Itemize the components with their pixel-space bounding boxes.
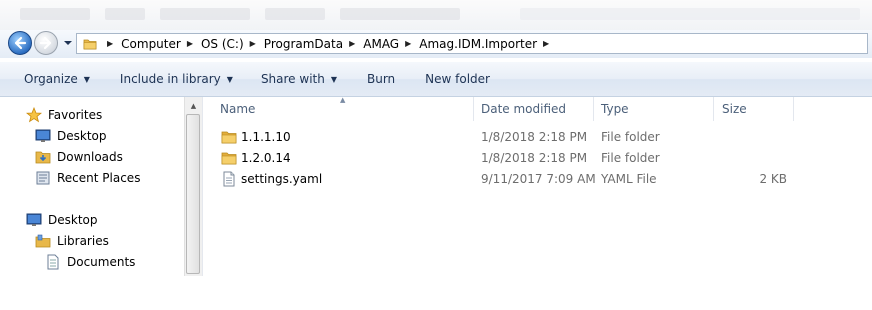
downloads-folder-icon [35, 149, 51, 165]
sort-ascending-icon: ▲ [340, 96, 346, 104]
sidebar-item-libraries[interactable]: Libraries [35, 231, 109, 251]
file-list: Name ▲ Date modified Type Size 1.1.1.10 … [203, 96, 872, 276]
chevron-down-icon: ▼ [226, 74, 233, 84]
breadcrumb-amag-idm-importer[interactable]: Amag.IDM.Importer ▶ [419, 37, 557, 51]
scrollbar-thumb[interactable] [186, 114, 200, 274]
ribbon-blur [265, 8, 325, 20]
column-header-type[interactable]: Type [594, 97, 714, 121]
sidebar-item-favorites[interactable]: Favorites [26, 105, 102, 125]
sidebar-item-label: Libraries [57, 234, 109, 248]
file-name-cell: 1.1.1.10 [221, 126, 291, 147]
folder-icon [83, 39, 97, 49]
file-icon [221, 171, 237, 187]
documents-icon [45, 254, 61, 270]
sidebar-item-desktop[interactable]: Desktop [26, 210, 98, 230]
file-date-modified: 1/8/2018 2:18 PM [481, 150, 588, 165]
address-bar[interactable]: ▶ Computer ▶ OS (C:) ▶ ProgramData ▶ AMAG ▶ … [76, 33, 868, 54]
file-row[interactable]: 1.1.1.10 1/8/2018 2:18 PM File folder [203, 126, 872, 147]
burn-button[interactable]: Burn [355, 67, 407, 91]
file-type: YAML File [601, 171, 657, 186]
ribbon-blur [105, 8, 145, 20]
sidebar-item-label: Recent Places [57, 171, 141, 185]
column-header-name[interactable]: Name ▲ [203, 96, 474, 121]
file-date-modified: 1/8/2018 2:18 PM [481, 129, 588, 144]
sidebar-item-label: Desktop [57, 129, 107, 143]
new-folder-label: New folder [425, 72, 490, 86]
column-header-label: Size [722, 102, 747, 116]
burn-label: Burn [367, 72, 396, 86]
sidebar-item-documents[interactable]: Documents [45, 252, 135, 272]
include-in-library-label: Include in library [119, 72, 221, 86]
ribbon-blur [340, 8, 460, 20]
command-toolbar: Organize ▼ Include in library ▼ Share with… [0, 62, 872, 97]
column-header-size[interactable]: Size [714, 97, 794, 121]
file-name: 1.1.1.10 [241, 129, 291, 144]
breadcrumb-separator[interactable]: ▶ [101, 39, 121, 48]
forward-button[interactable] [34, 31, 58, 55]
file-name: settings.yaml [241, 171, 323, 186]
ribbon-blur [20, 8, 90, 20]
star-icon [26, 107, 42, 123]
ribbon-blur [160, 8, 250, 20]
column-header-label: Name [220, 102, 256, 116]
file-size [723, 126, 787, 147]
file-size: 2 KB [759, 171, 787, 186]
breadcrumb-os-c[interactable]: OS (C:) ▶ [201, 37, 264, 51]
folder-icon [221, 129, 237, 145]
blank-area [0, 276, 872, 310]
desktop-icon [26, 212, 42, 228]
organize-button[interactable]: Organize ▼ [12, 67, 102, 91]
recent-pages-dropdown-icon[interactable] [63, 39, 73, 47]
background-ribbon [0, 0, 872, 30]
file-name-cell: 1.2.0.14 [221, 147, 291, 168]
file-size [723, 147, 787, 168]
sidebar-item-downloads[interactable]: Downloads [35, 147, 123, 167]
sidebar-item-label: Desktop [48, 213, 98, 227]
back-arrow-icon [14, 36, 27, 50]
chevron-down-icon: ▼ [83, 74, 90, 84]
include-in-library-button[interactable]: Include in library ▼ [108, 67, 245, 91]
navigation-pane-scrollbar[interactable]: ▲ [184, 97, 202, 276]
recent-places-icon [35, 170, 51, 186]
forward-arrow-icon [39, 36, 52, 50]
desktop-icon [35, 128, 51, 144]
sidebar-item-desktop-favorite[interactable]: Desktop [35, 126, 107, 146]
column-header-date-modified[interactable]: Date modified [474, 97, 594, 121]
breadcrumb-computer[interactable]: Computer ▶ [121, 37, 201, 51]
libraries-icon [35, 233, 51, 249]
breadcrumb-amag[interactable]: AMAG ▶ [363, 37, 419, 51]
file-name: 1.2.0.14 [241, 150, 291, 165]
chevron-down-icon: ▼ [330, 74, 337, 84]
file-row[interactable]: 1.2.0.14 1/8/2018 2:18 PM File folder [203, 147, 872, 168]
file-date-modified: 9/11/2017 7:09 AM [481, 171, 596, 186]
column-header-label: Date modified [481, 102, 567, 116]
navigation-pane: Favorites Desktop Downloads Recent Place… [0, 97, 184, 276]
back-button[interactable] [8, 31, 32, 55]
ribbon-blur [520, 8, 860, 20]
sidebar-item-label: Downloads [57, 150, 123, 164]
share-with-label: Share with [260, 72, 325, 86]
sidebar-item-label: Documents [67, 255, 136, 269]
file-type: File folder [601, 129, 660, 144]
sidebar-item-recent-places[interactable]: Recent Places [35, 168, 140, 188]
scroll-up-arrow-icon[interactable]: ▲ [185, 97, 202, 114]
column-header-label: Type [601, 102, 629, 116]
organize-label: Organize [24, 72, 78, 86]
file-row[interactable]: settings.yaml 9/11/2017 7:09 AM YAML Fil… [203, 168, 872, 189]
breadcrumb-programdata[interactable]: ProgramData ▶ [264, 37, 363, 51]
share-with-button[interactable]: Share with ▼ [249, 67, 349, 91]
file-name-cell: settings.yaml [221, 168, 322, 189]
new-folder-button[interactable]: New folder [413, 67, 502, 91]
folder-icon [221, 150, 237, 166]
file-type: File folder [601, 150, 660, 165]
address-row: ▶ Computer ▶ OS (C:) ▶ ProgramData ▶ AMAG ▶ … [0, 30, 872, 58]
sidebar-item-label: Favorites [48, 108, 103, 122]
